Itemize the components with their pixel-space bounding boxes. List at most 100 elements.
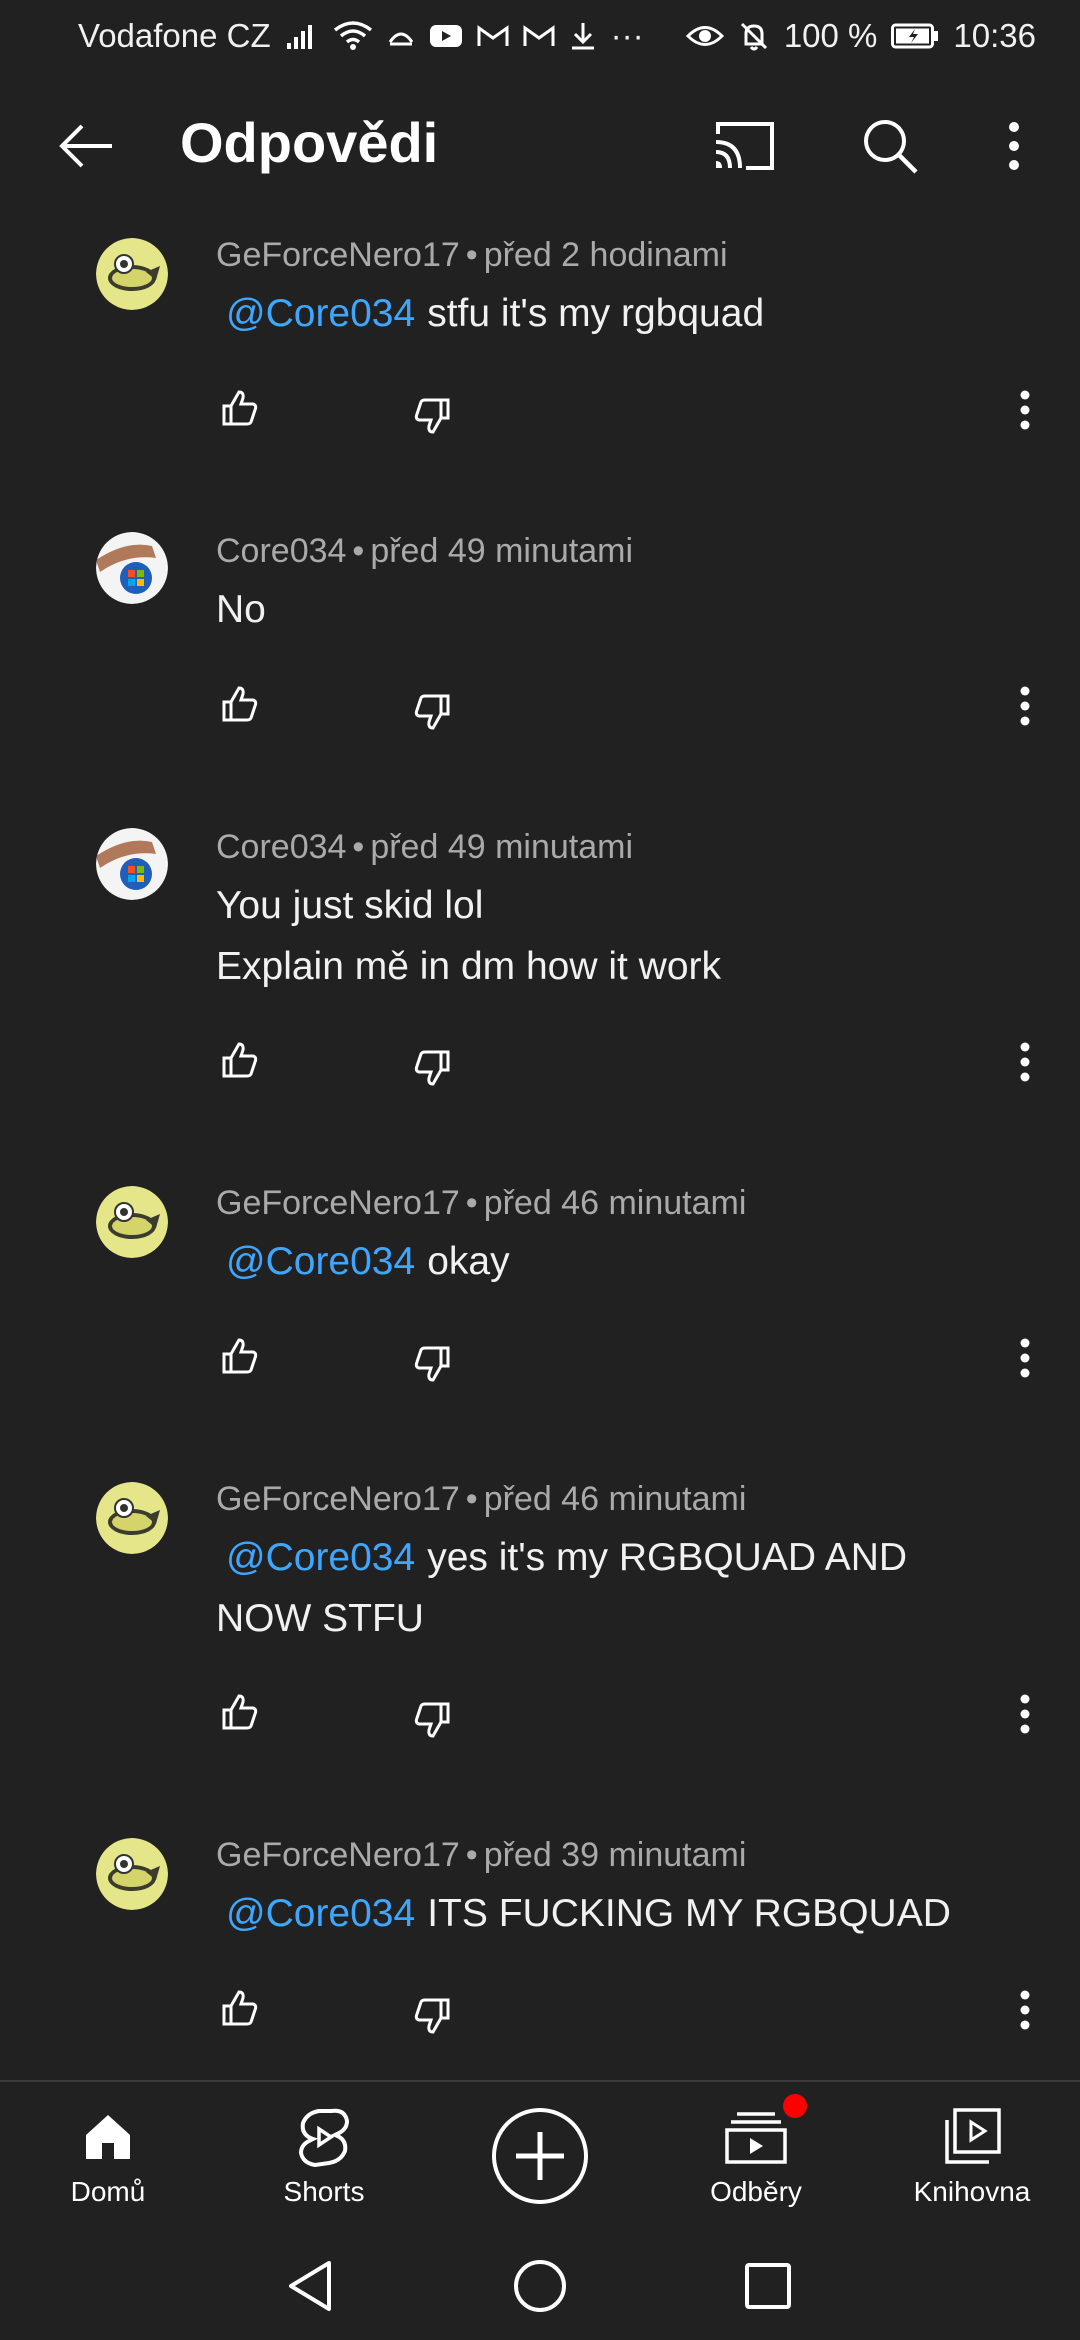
comment-author[interactable]: GeForceNero17 bbox=[216, 236, 460, 274]
more-vertical-icon bbox=[1009, 122, 1019, 170]
meta-separator: • bbox=[465, 1184, 478, 1222]
bottom-navigation: Domů Shorts Odběry Knihovna bbox=[0, 2080, 1080, 2230]
comment-item: GeForceNero17 • před 46 minutami @Core034 o… bbox=[0, 1168, 1080, 1464]
comment-author[interactable]: GeForceNero17 bbox=[216, 1184, 460, 1222]
system-navigation-bar bbox=[0, 2230, 1080, 2340]
avatar[interactable] bbox=[96, 1482, 168, 1554]
clock: 10:36 bbox=[953, 17, 1036, 54]
dislike-button[interactable] bbox=[404, 1692, 460, 1748]
more-vertical-icon bbox=[1020, 1990, 1030, 2030]
comment-text: @Core034 stfu it's my rgbquad bbox=[216, 283, 1016, 344]
search-icon bbox=[864, 120, 918, 174]
notifications-off-icon bbox=[738, 16, 770, 56]
dislike-button[interactable] bbox=[404, 1988, 460, 2044]
nav-label: Odběry bbox=[710, 2176, 802, 2207]
thumbs-up-icon bbox=[222, 1338, 258, 1374]
back-arrow-icon bbox=[59, 124, 112, 168]
carrier-name: Vodafone CZ bbox=[78, 17, 271, 54]
shorts-icon bbox=[298, 2108, 350, 2167]
notification-dot bbox=[783, 2094, 807, 2118]
comment-menu-button[interactable] bbox=[1010, 1686, 1040, 1742]
status-bar: Vodafone CZ ··· 100 % 10:36 bbox=[0, 0, 1080, 72]
more-notifications-indicator: ··· bbox=[610, 17, 644, 54]
mention-link[interactable]: @Core034 bbox=[226, 1892, 415, 1935]
subscriptions-icon bbox=[725, 2112, 787, 2164]
more-vertical-icon bbox=[1020, 390, 1030, 430]
nav-subscriptions[interactable]: Odběry bbox=[656, 2082, 856, 2232]
wifi-icon bbox=[333, 16, 373, 56]
avatar[interactable] bbox=[96, 1186, 168, 1258]
avatar[interactable] bbox=[96, 532, 168, 604]
nav-label: Domů bbox=[70, 2176, 146, 2207]
thumbs-down-icon bbox=[414, 1346, 450, 1382]
nav-home[interactable]: Domů bbox=[8, 2082, 208, 2232]
battery-percentage: 100 % bbox=[783, 17, 878, 54]
comment-time: před 49 minutami bbox=[370, 532, 634, 570]
comment-time: před 39 minutami bbox=[483, 1836, 747, 1874]
avatar[interactable] bbox=[96, 238, 168, 310]
avatar[interactable] bbox=[96, 1838, 168, 1910]
avatar[interactable] bbox=[96, 828, 168, 900]
dislike-button[interactable] bbox=[404, 1040, 460, 1096]
comment-item: GeForceNero17 • před 2 hodinami @Core034 st… bbox=[0, 220, 1080, 516]
comment-text: @Core034 yes it's my RGBQUAD AND NOW STFU bbox=[216, 1527, 1016, 1649]
comment-text: No bbox=[216, 579, 1016, 640]
mention-link[interactable]: @Core034 bbox=[226, 1536, 415, 1579]
comment-text: You just skid lol Explain mě in dm how i… bbox=[216, 875, 1016, 997]
gmail-icon bbox=[477, 16, 509, 56]
comment-line: stfu it's my rgbquad bbox=[427, 292, 765, 335]
eye-comfort-icon bbox=[685, 16, 724, 56]
more-vertical-icon bbox=[1020, 1338, 1030, 1378]
like-button[interactable] bbox=[212, 1684, 268, 1740]
library-icon bbox=[945, 2108, 1001, 2164]
create-plus-icon bbox=[516, 2132, 564, 2180]
comment-menu-button[interactable] bbox=[1010, 382, 1040, 438]
system-home-button[interactable] bbox=[510, 2256, 570, 2316]
thumbs-down-icon bbox=[414, 1702, 450, 1738]
comment-menu-button[interactable] bbox=[1010, 1034, 1040, 1090]
like-button[interactable] bbox=[212, 1032, 268, 1088]
comment-time: před 49 minutami bbox=[370, 828, 634, 866]
comment-time: před 2 hodinami bbox=[483, 236, 728, 274]
home-icon bbox=[86, 2115, 130, 2159]
thumbs-down-icon bbox=[414, 398, 450, 434]
dislike-button[interactable] bbox=[404, 684, 460, 740]
nav-shorts[interactable]: Shorts bbox=[224, 2082, 424, 2232]
comment-author[interactable]: GeForceNero17 bbox=[216, 1480, 460, 1518]
create-button[interactable] bbox=[492, 2108, 588, 2204]
download-icon bbox=[569, 16, 597, 56]
circle-home-icon bbox=[514, 2260, 566, 2312]
system-back-button[interactable] bbox=[280, 2256, 340, 2316]
nav-library[interactable]: Knihovna bbox=[872, 2082, 1072, 2232]
comment-menu-button[interactable] bbox=[1010, 1330, 1040, 1386]
comment-line: You just skid lol bbox=[216, 884, 484, 927]
comment-menu-button[interactable] bbox=[1010, 678, 1040, 734]
like-button[interactable] bbox=[212, 1328, 268, 1384]
dislike-button[interactable] bbox=[404, 1336, 460, 1392]
mention-link[interactable]: @Core034 bbox=[226, 292, 415, 335]
system-recents-button[interactable] bbox=[738, 2256, 798, 2316]
like-button[interactable] bbox=[212, 676, 268, 732]
comment-author[interactable]: GeForceNero17 bbox=[216, 1836, 460, 1874]
comment-item: Core034 • před 49 minutami No bbox=[0, 516, 1080, 812]
meta-separator: • bbox=[465, 236, 478, 274]
search-button[interactable] bbox=[852, 108, 928, 184]
like-button[interactable] bbox=[212, 380, 268, 436]
comment-meta: GeForceNero17 • před 39 minutami bbox=[216, 1836, 746, 1875]
like-button[interactable] bbox=[212, 1980, 268, 2036]
dislike-button[interactable] bbox=[404, 388, 460, 444]
comment-meta: GeForceNero17 • před 2 hodinami bbox=[216, 236, 728, 275]
more-options-button[interactable] bbox=[994, 108, 1034, 184]
comment-line: NOW STFU bbox=[216, 1597, 424, 1640]
comment-author[interactable]: Core034 bbox=[216, 828, 346, 866]
comment-author[interactable]: Core034 bbox=[216, 532, 346, 570]
comment-meta: GeForceNero17 • před 46 minutami bbox=[216, 1480, 746, 1519]
comment-menu-button[interactable] bbox=[1010, 1982, 1040, 2038]
comment-line: okay bbox=[427, 1240, 510, 1283]
meta-separator: • bbox=[352, 532, 365, 570]
back-button[interactable] bbox=[52, 112, 120, 180]
cast-button[interactable] bbox=[706, 108, 782, 184]
mention-link[interactable]: @Core034 bbox=[226, 1240, 415, 1283]
triangle-back-icon bbox=[289, 2261, 331, 2311]
comment-line: No bbox=[216, 588, 266, 631]
